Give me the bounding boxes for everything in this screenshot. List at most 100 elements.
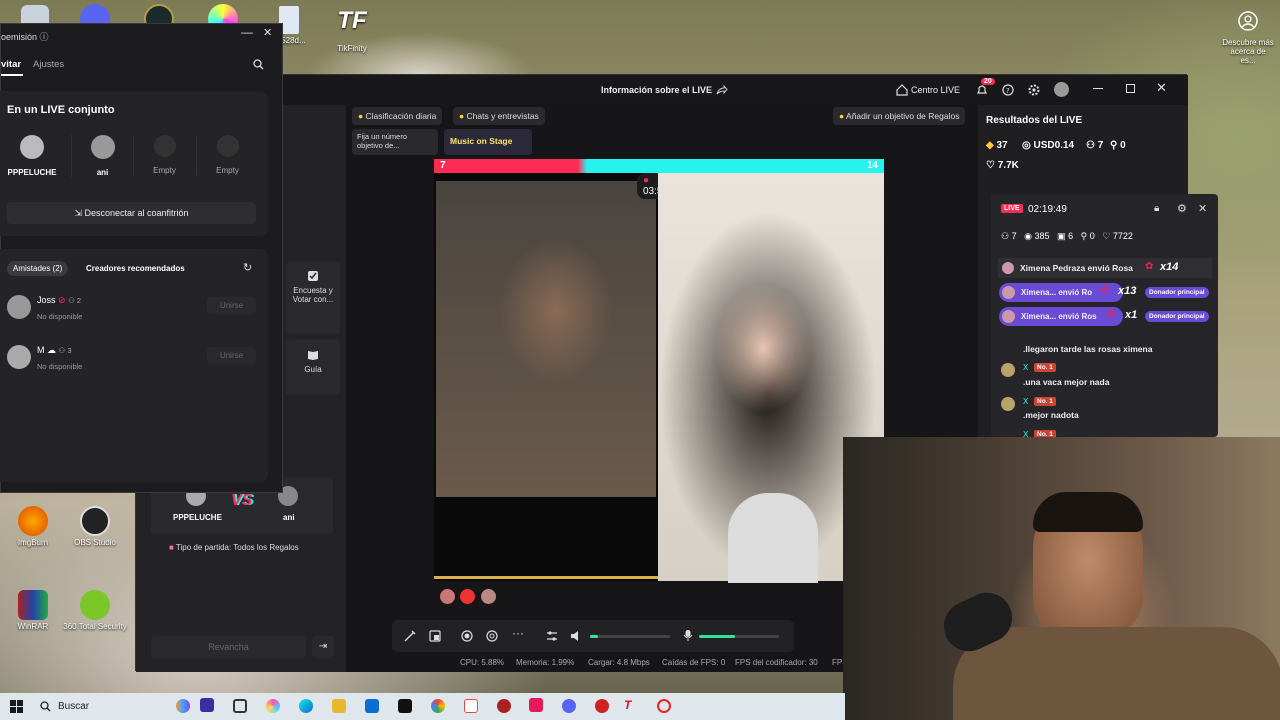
gift-box-icon: ▣ bbox=[1057, 231, 1066, 241]
windows-start-icon[interactable] bbox=[10, 700, 23, 713]
music-on-stage-button[interactable]: Music on Stage bbox=[444, 129, 532, 155]
mic-level-fill bbox=[699, 635, 735, 638]
mic-level-bar[interactable] bbox=[699, 635, 779, 638]
friend-2-name: M bbox=[37, 345, 45, 355]
more-icon[interactable]: ··· bbox=[512, 626, 524, 640]
obs-icon[interactable]: OBS Studio bbox=[60, 506, 130, 547]
discover-widget[interactable]: Descubre más acerca de es... bbox=[1222, 10, 1274, 65]
poll-icon bbox=[308, 271, 318, 281]
guide-label: Guía bbox=[304, 365, 322, 374]
chip-daily-rank[interactable]: ● Clasificación diaria bbox=[352, 107, 443, 125]
status-load: Cargar: 4.8 Mbps bbox=[588, 658, 650, 667]
speaker-icon[interactable] bbox=[570, 630, 582, 642]
file-explorer-icon[interactable] bbox=[332, 699, 346, 713]
sliders-icon[interactable] bbox=[546, 630, 558, 642]
taskview-icon[interactable] bbox=[233, 699, 247, 713]
centro-live-button[interactable]: Centro LIVE bbox=[911, 85, 960, 95]
panel-minimize-icon[interactable]: — bbox=[241, 25, 253, 39]
slot-3-empty-icon bbox=[153, 135, 176, 157]
volume-slider[interactable] bbox=[590, 635, 670, 638]
top-donor-badge-2: Donador principal bbox=[1145, 311, 1209, 322]
chat-user-3-avatar bbox=[1001, 397, 1015, 411]
follow-icon: ⚲ bbox=[1080, 231, 1088, 241]
tikfinity-label: TikFinity bbox=[337, 44, 367, 53]
help-icon[interactable]: ? bbox=[1002, 84, 1014, 96]
chrome-icon[interactable] bbox=[431, 699, 445, 713]
slot-4-empty-icon bbox=[216, 135, 239, 157]
panel-close-icon[interactable]: ✕ bbox=[263, 26, 272, 39]
screenshot-icon[interactable] bbox=[486, 630, 498, 642]
edge-icon[interactable] bbox=[299, 699, 313, 713]
tikfinity-taskbar-icon[interactable]: T bbox=[624, 698, 638, 712]
discord-taskbar-icon[interactable] bbox=[562, 699, 576, 713]
copilot-icon[interactable] bbox=[266, 699, 280, 713]
viewer-avatar-1[interactable] bbox=[440, 589, 455, 604]
exit-icon[interactable]: ⇥ bbox=[312, 636, 334, 658]
mic-icon[interactable] bbox=[682, 629, 694, 642]
friend-1-join-button[interactable]: Unirse bbox=[207, 297, 256, 314]
score-right: 14 bbox=[866, 160, 878, 171]
tab-invite[interactable]: vitar bbox=[1, 59, 21, 70]
results-likes-value: 7.7K bbox=[997, 160, 1019, 171]
chip-chats[interactable]: ● Chats y entrevistas bbox=[453, 107, 545, 125]
app-dark-icon[interactable] bbox=[398, 699, 412, 713]
settings-icon[interactable] bbox=[1028, 84, 1040, 96]
poll-tool[interactable]: Encuesta y Votar con... bbox=[286, 262, 340, 334]
tiktok-live-icon[interactable] bbox=[529, 698, 543, 712]
friend-2-avatar bbox=[7, 345, 31, 369]
tikfinity-icon[interactable]: TF TikFinity bbox=[317, 6, 387, 53]
goal-number-card[interactable]: Fija un número objetivo de... bbox=[352, 129, 438, 155]
slot-2[interactable]: ani bbox=[71, 135, 133, 177]
viewer-avatar-2[interactable] bbox=[460, 589, 475, 604]
volume-fill bbox=[590, 635, 598, 638]
imgburn-icon[interactable]: ImgBurn bbox=[0, 506, 68, 547]
magic-wand-icon[interactable] bbox=[404, 630, 416, 642]
chat-rank-badge-3: No. 1 bbox=[1034, 397, 1056, 406]
home-icon bbox=[896, 84, 908, 96]
slot-1[interactable]: PPPELUCHE bbox=[1, 135, 63, 177]
guide-tool[interactable]: Guía bbox=[286, 339, 340, 395]
friends-tab[interactable]: Amistades (2) bbox=[7, 261, 69, 276]
store-icon[interactable] bbox=[365, 699, 379, 713]
friend-2-join-button[interactable]: Unirse bbox=[207, 347, 256, 364]
opera-icon[interactable] bbox=[657, 699, 671, 713]
layout-icon[interactable] bbox=[429, 630, 441, 642]
share-icon[interactable] bbox=[716, 85, 728, 95]
status-fps-drop: Caídas de FPS: 0 bbox=[662, 658, 726, 667]
taskbar-copilot-icon[interactable] bbox=[200, 698, 214, 712]
creators-tab[interactable]: Creadores recomendados bbox=[86, 264, 185, 273]
chat-user-2: X bbox=[1023, 363, 1029, 372]
chat-user-3: X bbox=[1023, 397, 1029, 406]
overlay-settings-icon[interactable]: ⚙ bbox=[1177, 202, 1187, 215]
search-icon[interactable] bbox=[253, 59, 264, 70]
add-gift-goal-button[interactable]: ● Añadir un objetivo de Regalos bbox=[833, 107, 966, 125]
slot-4[interactable]: Empty bbox=[196, 135, 258, 175]
refresh-icon[interactable]: ↻ bbox=[243, 261, 252, 274]
360-security-icon[interactable]: 360 Total Security bbox=[60, 590, 130, 631]
app-red-outline-icon[interactable] bbox=[464, 699, 478, 713]
bell-icon[interactable] bbox=[976, 84, 988, 96]
viewer-avatar-3[interactable] bbox=[481, 589, 496, 604]
stat-new: 0 bbox=[1089, 231, 1095, 241]
taskbar-search[interactable]: Buscar bbox=[58, 701, 89, 712]
profile-avatar[interactable] bbox=[1054, 82, 1069, 97]
stat-likes: 7722 bbox=[1112, 231, 1133, 241]
gift-2-avatar bbox=[1002, 286, 1015, 299]
rematch-button[interactable]: Revancha bbox=[151, 636, 306, 658]
tab-settings[interactable]: Ajustes bbox=[33, 59, 64, 70]
taskbar-widget-icon[interactable] bbox=[176, 699, 190, 713]
record-icon[interactable] bbox=[461, 630, 473, 642]
app-red-circle-icon[interactable] bbox=[497, 699, 511, 713]
minimize-icon[interactable] bbox=[1093, 88, 1103, 89]
winrar-icon[interactable]: WinRAR bbox=[0, 590, 68, 631]
disconnect-button[interactable]: ⇲ Desconectar al coanfitrión bbox=[7, 202, 256, 224]
chip-daily-rank-label: Clasificación diaria bbox=[365, 111, 437, 121]
lock-icon[interactable]: 🔒︎ bbox=[1154, 203, 1159, 214]
tab-indicator bbox=[1, 74, 23, 76]
slot-3[interactable]: Empty bbox=[133, 135, 195, 175]
maximize-icon[interactable] bbox=[1126, 84, 1135, 93]
obs-taskbar-icon[interactable] bbox=[595, 699, 609, 713]
overlay-close-icon[interactable]: ✕ bbox=[1198, 202, 1207, 215]
chat-user-2-avatar bbox=[1001, 363, 1015, 377]
close-icon[interactable]: ✕ bbox=[1156, 80, 1167, 96]
